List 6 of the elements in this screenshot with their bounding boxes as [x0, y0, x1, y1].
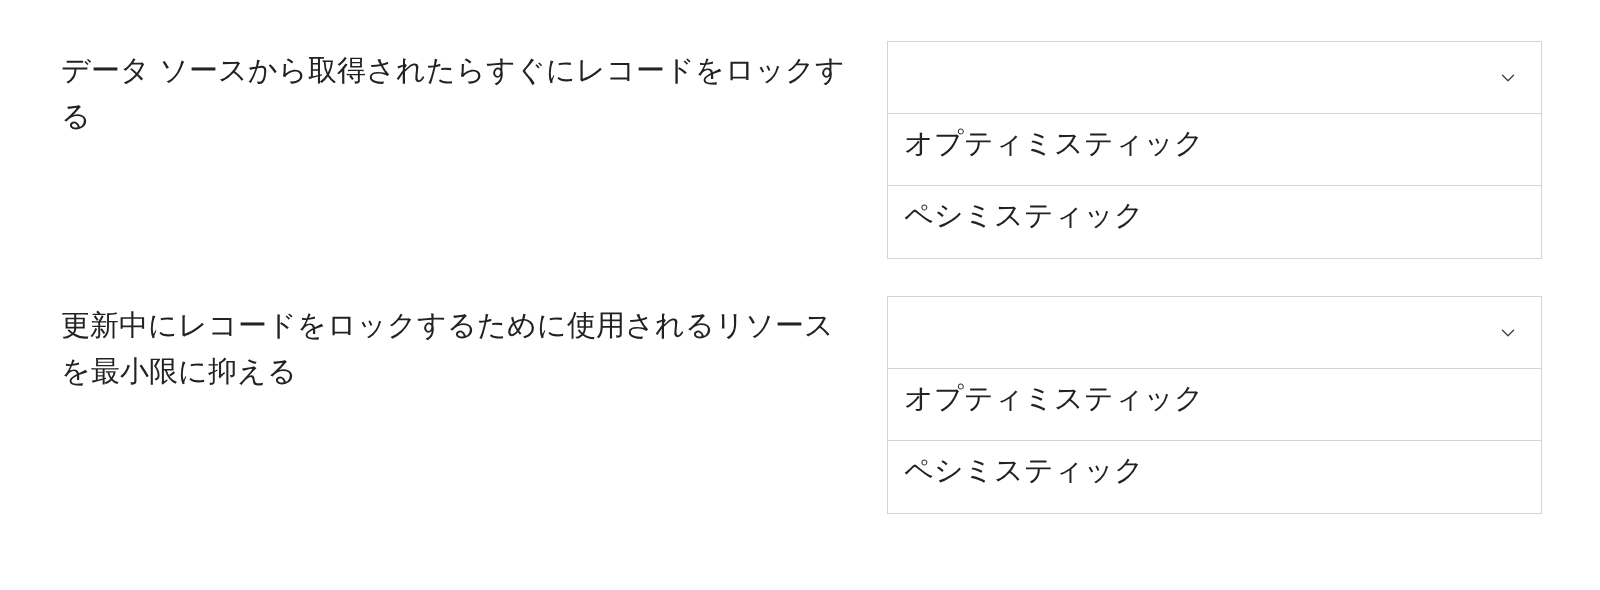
dropdown-option[interactable]: オプティミスティック [888, 114, 1541, 186]
question-text: 更新中にレコードをロックするために使用されるリソースを最小限に抑える [61, 307, 835, 390]
question-text: データ ソースから取得されたらすぐにレコードをロックする [61, 52, 847, 135]
dropdown-option[interactable]: ペシミスティック [888, 186, 1541, 258]
dropdown-option[interactable]: オプティミスティック [888, 369, 1541, 441]
dropdown-option[interactable]: ペシミスティック [888, 441, 1541, 513]
